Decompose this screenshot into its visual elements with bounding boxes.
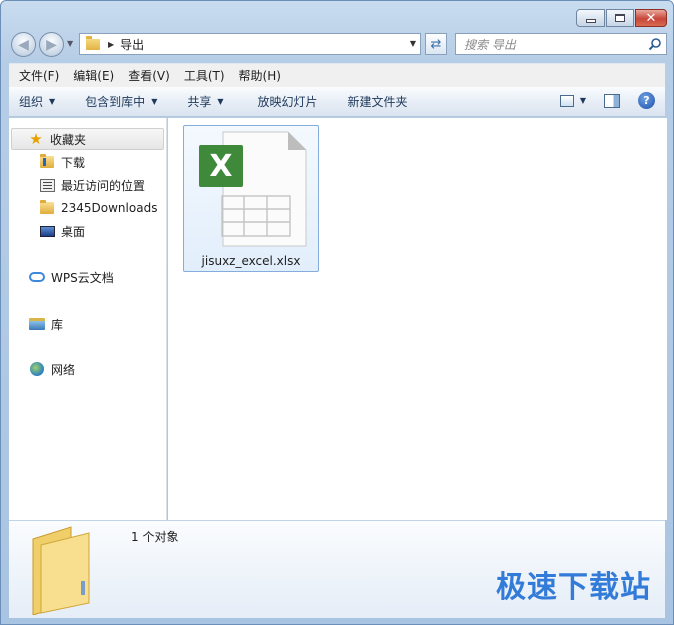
sidebar-item-label: 下载 [61, 155, 86, 170]
back-arrow-icon: ◀ [18, 36, 29, 53]
folder-icon [86, 35, 100, 50]
change-view-icon[interactable] [559, 94, 574, 107]
file-name-label: jisuxz_excel.xlsx [201, 254, 301, 268]
include-in-library-label: 包含到库中 [85, 95, 146, 109]
library-icon [29, 317, 45, 331]
sidebar-item-label: WPS云文档 [51, 270, 114, 285]
sidebar-item-wps-cloud[interactable]: WPS云文档 [9, 266, 164, 288]
help-icon[interactable]: ? [638, 92, 655, 109]
close-button[interactable]: ✕ [635, 9, 667, 27]
forward-arrow-icon: ▶ [46, 36, 57, 53]
sidebar-item-recent[interactable]: 最近访问的位置 [9, 174, 164, 196]
sidebar-item-label: 最近访问的位置 [61, 178, 146, 193]
refresh-button[interactable]: ⇄ [425, 33, 447, 55]
menu-bar: 文件(F) 编辑(E) 查看(V) 工具(T) 帮助(H) [9, 63, 665, 87]
sidebar-item-desktop[interactable]: 桌面 [9, 220, 164, 242]
organize-label: 组织 [19, 95, 44, 109]
explorer-window: ✕ ◀ ▶ ▼ ▶ 导出 ▼ ⇄ 搜索 导出 文件(F) 编辑(E) 查看(V)… [0, 0, 674, 625]
view-controls: ▼ ? [559, 92, 655, 109]
search-icon[interactable] [648, 37, 662, 51]
navigation-bar: ◀ ▶ ▼ ▶ 导出 ▼ ⇄ 搜索 导出 [9, 30, 667, 58]
slideshow-label: 放映幻灯片 [257, 95, 318, 109]
sidebar-item-label: 库 [51, 317, 64, 332]
sidebar-item-label: 2345Downloads [61, 201, 158, 215]
sidebar-item-favorites[interactable]: ★ 收藏夹 [11, 128, 164, 150]
file-item[interactable]: X jisuxz_excel.xlsx [183, 125, 319, 272]
sidebar-item-label: 网络 [51, 362, 76, 377]
item-count-status: 1 个对象 [131, 530, 179, 544]
maximize-button[interactable] [606, 9, 634, 27]
minimize-icon [585, 18, 596, 23]
refresh-icon: ⇄ [430, 36, 442, 52]
recent-pages-dropdown[interactable]: ▼ [67, 39, 73, 48]
star-icon: ★ [29, 129, 43, 148]
share-button[interactable]: 共享 ▼ [167, 93, 233, 110]
excel-file-icon: X [199, 131, 307, 247]
slideshow-button[interactable]: 放映幻灯片 [234, 93, 328, 110]
minimize-button[interactable] [576, 9, 605, 27]
menu-view[interactable]: 查看(V) [120, 67, 176, 84]
include-in-library-button[interactable]: 包含到库中 ▼ [65, 93, 167, 110]
chevron-down-icon: ▼ [151, 97, 158, 106]
sidebar-item-downloads[interactable]: 下载 [9, 151, 164, 173]
folder-icon [39, 200, 55, 215]
breadcrumb-current[interactable]: 导出 [120, 36, 144, 53]
sidebar-item-2345downloads[interactable]: 2345Downloads [9, 197, 164, 219]
sidebar-item-label: 收藏夹 [50, 132, 87, 147]
window-caption-buttons: ✕ [576, 9, 667, 27]
share-label: 共享 [187, 95, 212, 109]
close-icon: ✕ [645, 10, 657, 26]
excel-badge: X [209, 149, 232, 184]
recent-places-icon [39, 178, 55, 192]
address-dropdown-icon[interactable]: ▼ [410, 39, 416, 48]
network-icon [29, 362, 45, 376]
desktop-icon [39, 224, 55, 238]
sidebar-item-label: 桌面 [61, 224, 86, 239]
search-input[interactable]: 搜索 导出 [455, 33, 667, 55]
menu-tools[interactable]: 工具(T) [176, 67, 231, 84]
downloads-folder-icon [39, 154, 55, 169]
view-options-dropdown[interactable]: ▼ [580, 96, 586, 105]
details-pane: 1 个对象 极速下载站 [9, 520, 665, 618]
folder-icon [32, 526, 90, 615]
search-placeholder: 搜索 导出 [464, 37, 516, 52]
maximize-icon [615, 14, 625, 22]
cloud-icon [29, 270, 45, 284]
preview-pane-icon[interactable] [604, 93, 620, 108]
menu-file[interactable]: 文件(F) [11, 67, 65, 84]
sidebar-item-network[interactable]: 网络 [9, 358, 164, 380]
chevron-down-icon: ▼ [49, 97, 56, 106]
address-bar[interactable]: ▶ 导出 ▼ [79, 33, 421, 55]
navigation-pane: ★ 收藏夹 下载 最近访问的位置 2345Downloads 桌面 WPS云文档… [9, 118, 167, 520]
help-glyph: ? [643, 94, 650, 107]
forward-button[interactable]: ▶ [39, 32, 64, 57]
back-button[interactable]: ◀ [11, 32, 36, 57]
watermark-logo: 极速下载站 [496, 570, 651, 605]
sidebar-item-library[interactable]: 库 [9, 313, 164, 335]
menu-edit[interactable]: 编辑(E) [65, 67, 120, 84]
file-list-pane: X jisuxz_excel.xlsx [168, 118, 667, 520]
command-bar: 组织 ▼ 包含到库中 ▼ 共享 ▼ 放映幻灯片 新建文件夹 ▼ ? [9, 87, 665, 117]
breadcrumb-separator-icon[interactable]: ▶ [108, 40, 114, 49]
organize-button[interactable]: 组织 ▼ [9, 93, 65, 110]
new-folder-label: 新建文件夹 [347, 95, 408, 109]
new-folder-button[interactable]: 新建文件夹 [328, 93, 418, 110]
menu-help[interactable]: 帮助(H) [231, 67, 287, 84]
chevron-down-icon: ▼ [217, 97, 224, 106]
